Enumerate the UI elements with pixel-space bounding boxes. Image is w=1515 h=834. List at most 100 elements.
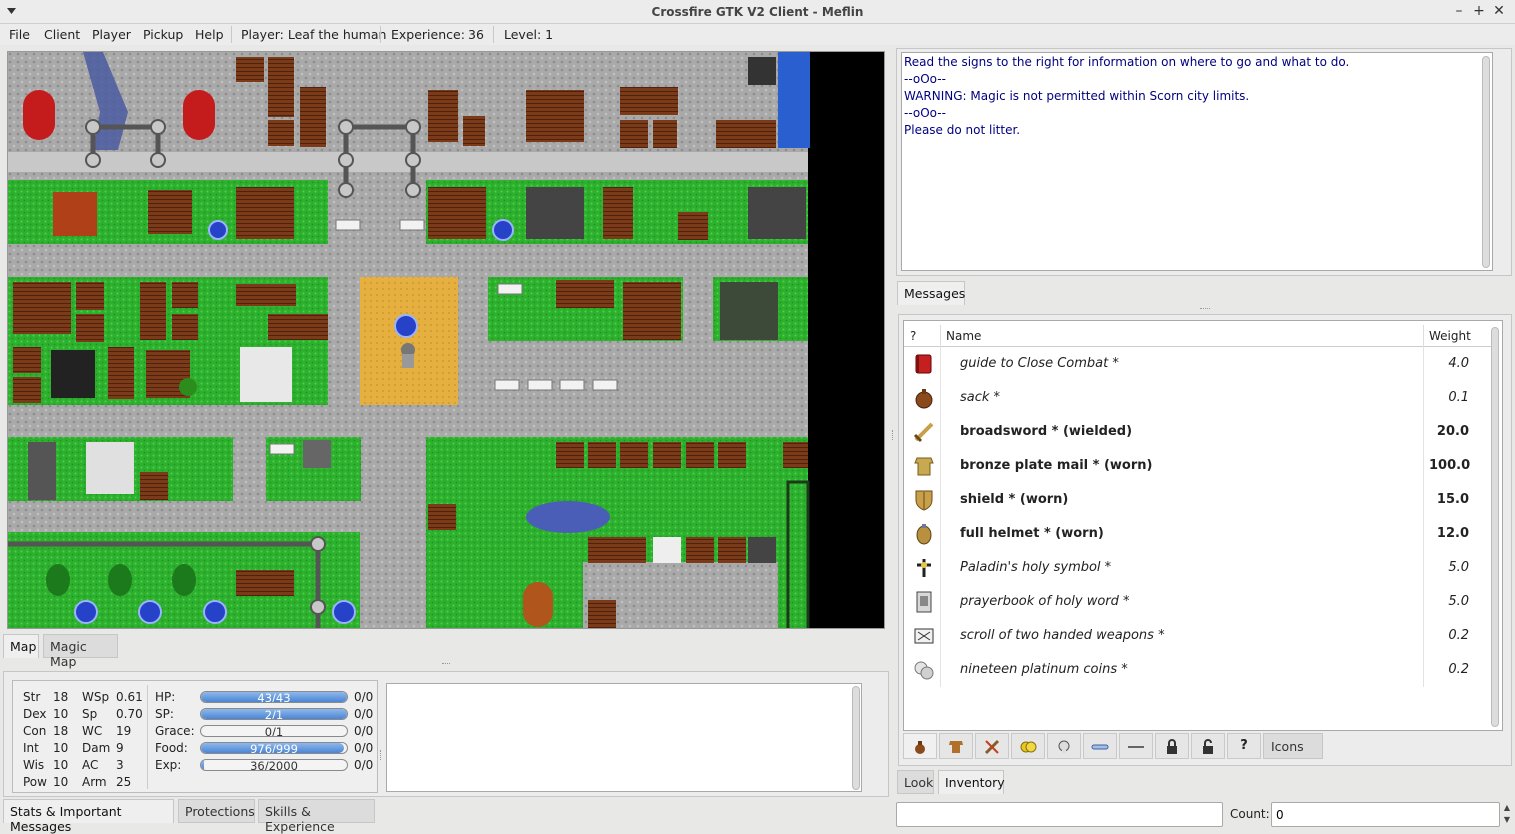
pane-splitter-handle[interactable]: [442, 663, 450, 666]
scroll-icon: [914, 628, 934, 644]
filter-unlocked-button[interactable]: [1191, 733, 1225, 759]
messages-box[interactable]: Read the signs to the right for informat…: [901, 52, 1493, 271]
stat-ac-value: 3: [116, 758, 124, 772]
food-label: Food:: [155, 741, 188, 755]
filter-unknown-button[interactable]: ?: [1227, 733, 1261, 759]
stats-panel: Str 18 Dex 10 Con 18 Int 10 Wis 10 Pow 1…: [12, 680, 378, 793]
inventory-list[interactable]: ? Name Weight guide to Close Combat * 4.…: [903, 320, 1503, 731]
pond: [526, 501, 610, 533]
menu-pickup[interactable]: Pickup: [143, 27, 183, 42]
column-header-type[interactable]: ?: [910, 329, 916, 343]
menu-player[interactable]: Player: [92, 27, 131, 42]
maximize-button[interactable]: +: [1471, 3, 1487, 19]
minimize-button[interactable]: –: [1451, 3, 1467, 19]
window-menu-icon[interactable]: [6, 5, 17, 16]
tab-magic-map[interactable]: Magic Map: [43, 634, 118, 669]
book-icon: [915, 354, 932, 374]
important-messages-box[interactable]: [386, 683, 862, 792]
filter-armor-button[interactable]: [939, 733, 973, 759]
prayerbook-icon: [916, 591, 932, 613]
coins-icon: [914, 661, 934, 680]
count-input[interactable]: [1271, 802, 1500, 827]
stats-splitter-handle[interactable]: [380, 750, 384, 760]
column-header-name[interactable]: Name: [946, 329, 981, 343]
column-header-weight[interactable]: Weight: [1429, 329, 1471, 343]
tab-stats-messages[interactable]: Stats & Important Messages: [3, 799, 174, 834]
item-name: nineteen platinum coins *: [960, 662, 1128, 677]
filter-money-button[interactable]: [1011, 733, 1045, 759]
menu-client[interactable]: Client: [44, 27, 80, 42]
inventory-row[interactable]: shield * (worn) 15.0: [904, 483, 1492, 517]
filter-all-button[interactable]: [903, 733, 937, 759]
stat-int-label: Int: [23, 741, 39, 755]
inventory-row[interactable]: broadsword * (wielded) 20.0: [904, 415, 1492, 449]
sand-square: [360, 277, 458, 405]
sp-bar-text: 2/1: [264, 708, 284, 720]
menu-separator: [231, 26, 232, 43]
wand-icon: [1091, 744, 1109, 750]
inventory-row[interactable]: bronze plate mail * (worn) 100.0: [904, 449, 1492, 483]
menu-separator: [493, 26, 494, 43]
exp-bar: 36/2000: [200, 759, 348, 771]
menu-help[interactable]: Help: [195, 27, 224, 42]
item-name: shield * (worn): [960, 492, 1069, 507]
menu-bar: File Client Player Pickup Help Player: L…: [0, 24, 1515, 45]
important-messages-scrollbar[interactable]: [852, 686, 860, 790]
river-water: [778, 52, 810, 148]
tab-inventory[interactable]: Inventory: [938, 770, 1005, 794]
tab-icons[interactable]: Icons: [1263, 733, 1323, 759]
shield-icon: [915, 490, 933, 511]
item-weight: 12.0: [1436, 526, 1469, 541]
inventory-row[interactable]: Paladin's holy symbol * 5.0: [904, 551, 1492, 585]
monster: [179, 378, 197, 396]
tab-skills-experience[interactable]: Skills & Experience: [258, 799, 375, 834]
bag-icon: [915, 741, 925, 754]
close-button[interactable]: ✕: [1491, 3, 1507, 19]
holy-symbol-icon: [917, 559, 931, 577]
count-spinner[interactable]: ▲ ▼: [1501, 802, 1513, 827]
item-name: full helmet * (worn): [960, 526, 1104, 541]
stats-divider: [147, 685, 148, 789]
stat-dam-label: Dam: [82, 741, 111, 755]
item-weight: 5.0: [1448, 594, 1469, 609]
filter-wand-button[interactable]: [1083, 733, 1117, 759]
experience-label: Experience:: [391, 27, 465, 42]
item-name: bronze plate mail * (worn): [960, 458, 1153, 473]
filter-key-button[interactable]: [1119, 733, 1153, 759]
tab-look[interactable]: Look: [897, 770, 934, 794]
stat-dex-value: 10: [53, 707, 69, 721]
inventory-row[interactable]: prayerbook of holy word * 5.0: [904, 585, 1492, 619]
message-line: --oOo--: [904, 106, 946, 120]
exp-bar-text: 36/2000: [250, 759, 298, 771]
tab-messages[interactable]: Messages: [897, 281, 965, 305]
game-map[interactable]: [7, 51, 885, 629]
main-splitter-handle[interactable]: [892, 430, 895, 440]
exp-label: Exp:: [155, 758, 182, 772]
stat-dex-label: Dex: [23, 707, 47, 721]
filter-weapons-button[interactable]: [975, 733, 1009, 759]
inventory-row[interactable]: nineteen platinum coins * 0.2: [904, 653, 1492, 687]
filter-locked-button[interactable]: [1155, 733, 1189, 759]
stat-wis-value: 10: [53, 758, 69, 772]
inventory-row[interactable]: full helmet * (worn) 12.0: [904, 517, 1492, 551]
level-indicator: Level: 1: [504, 27, 554, 42]
stat-sp-label: Sp: [82, 707, 98, 721]
right-splitter-handle[interactable]: [1200, 308, 1210, 311]
command-input[interactable]: [896, 802, 1223, 827]
stat-str-label: Str: [23, 690, 41, 704]
messages-scrollbar[interactable]: [1482, 56, 1490, 268]
item-name: broadsword * (wielded): [960, 424, 1133, 439]
stat-int-value: 10: [53, 741, 69, 755]
inventory-row[interactable]: scroll of two handed weapons * 0.2: [904, 619, 1492, 653]
menu-file[interactable]: File: [9, 27, 30, 42]
map-view[interactable]: [8, 52, 885, 629]
key-icon: [1128, 746, 1144, 748]
filter-skull-button[interactable]: [1047, 733, 1081, 759]
tab-protections[interactable]: Protections: [178, 799, 255, 823]
inventory-row[interactable]: guide to Close Combat * 4.0: [904, 347, 1492, 381]
message-line: Read the signs to the right for informat…: [904, 55, 1350, 69]
inventory-scrollbar[interactable]: [1491, 327, 1499, 727]
tab-map[interactable]: Map: [3, 634, 39, 658]
inventory-row[interactable]: sack * 0.1: [904, 381, 1492, 415]
money-icon: [1020, 741, 1037, 753]
